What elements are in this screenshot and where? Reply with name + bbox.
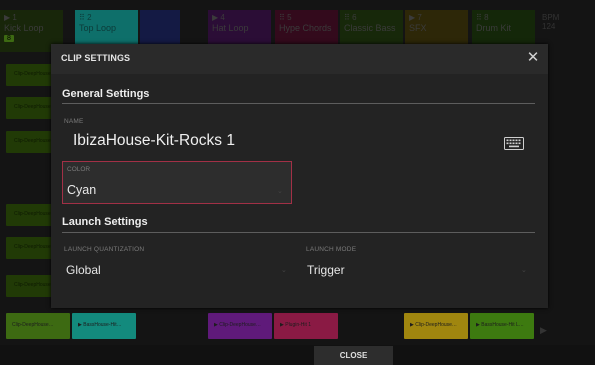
section-divider: [62, 103, 535, 104]
track-number: ▶ 1: [4, 13, 17, 22]
launch-mode-value[interactable]: Trigger: [307, 263, 345, 277]
name-label: NAME: [64, 118, 84, 125]
clip-name-field[interactable]: IbizaHouse-Kit-Rocks 1: [73, 132, 235, 150]
track-number: ▶ 7: [409, 13, 422, 22]
close-button[interactable]: CLOSE: [314, 346, 393, 365]
track-badge: 8: [4, 35, 14, 42]
clip-slot[interactable]: Clip-DeepHouse: [6, 64, 53, 86]
launch-mode-label: LAUNCH MODE: [306, 246, 357, 253]
launch-settings-title: Launch Settings: [62, 216, 148, 228]
track-number: ⠿ 5: [279, 13, 292, 22]
clip-slot[interactable]: ▶ Clip-DeepHouse…: [404, 313, 468, 339]
chevron-down-icon: ⌄: [281, 267, 287, 274]
section-divider: [62, 232, 535, 233]
clip-slot[interactable]: Clip-DeepHouse: [6, 275, 53, 297]
track-name: SFX: [409, 23, 427, 33]
clip-slot[interactable]: ▶ BassHouse-Hit…: [72, 313, 136, 339]
bpm-value: 124: [542, 22, 556, 31]
clip-slot[interactable]: ▶ BassHouse-Hit L…: [470, 313, 534, 339]
chevron-down-icon: ⌄: [521, 267, 527, 274]
clip-slot[interactable]: ▶ Plugin-Hit 1: [274, 313, 338, 339]
chevron-down-icon: ⌄: [277, 188, 283, 195]
track-number: ⠿ 8: [476, 13, 489, 22]
track-name: Hype Chords: [279, 23, 332, 33]
track-name: Kick Loop: [4, 23, 44, 33]
clip-slot[interactable]: Clip-DeepHouse: [6, 204, 53, 226]
general-settings-title: General Settings: [62, 88, 150, 100]
color-selector[interactable]: COLOR Cyan ⌄: [62, 161, 292, 204]
clip-slot[interactable]: ▶ Clip-DeepHouse…: [208, 313, 272, 339]
color-label: COLOR: [67, 166, 91, 173]
clip-slot[interactable]: Clip-DeepHouse…: [6, 313, 70, 339]
clip-slot[interactable]: Clip-DeepHouse: [6, 97, 53, 119]
track-name: Drum Kit: [476, 23, 512, 33]
track-name: Classic Bass: [344, 23, 396, 33]
track-name: Hat Loop: [212, 23, 249, 33]
footer-bar: [0, 345, 595, 365]
track-number: ⠿ 6: [344, 13, 357, 22]
track-name: Top Loop: [79, 23, 117, 33]
close-icon[interactable]: ✕: [526, 50, 540, 66]
color-value: Cyan: [67, 183, 97, 197]
scene-play-icon[interactable]: ▶: [540, 325, 547, 336]
clip-settings-dialog: CLIP SETTINGS ✕ General Settings NAME Ib…: [51, 44, 548, 308]
dialog-header: CLIP SETTINGS ✕: [51, 44, 548, 74]
bpm-label: BPM: [542, 13, 560, 22]
track-number: ▶ 4: [212, 13, 225, 22]
dialog-title: CLIP SETTINGS: [61, 53, 131, 63]
clip-slot[interactable]: Clip-DeepHouse: [6, 237, 53, 259]
keyboard-icon[interactable]: [504, 137, 524, 150]
clip-slot[interactable]: Clip-DeepHouse: [6, 131, 53, 153]
launch-quantization-value[interactable]: Global: [66, 263, 101, 277]
launch-quantization-label: LAUNCH QUANTIZATION: [64, 246, 145, 253]
track-number: ⠿ 2: [79, 13, 92, 22]
